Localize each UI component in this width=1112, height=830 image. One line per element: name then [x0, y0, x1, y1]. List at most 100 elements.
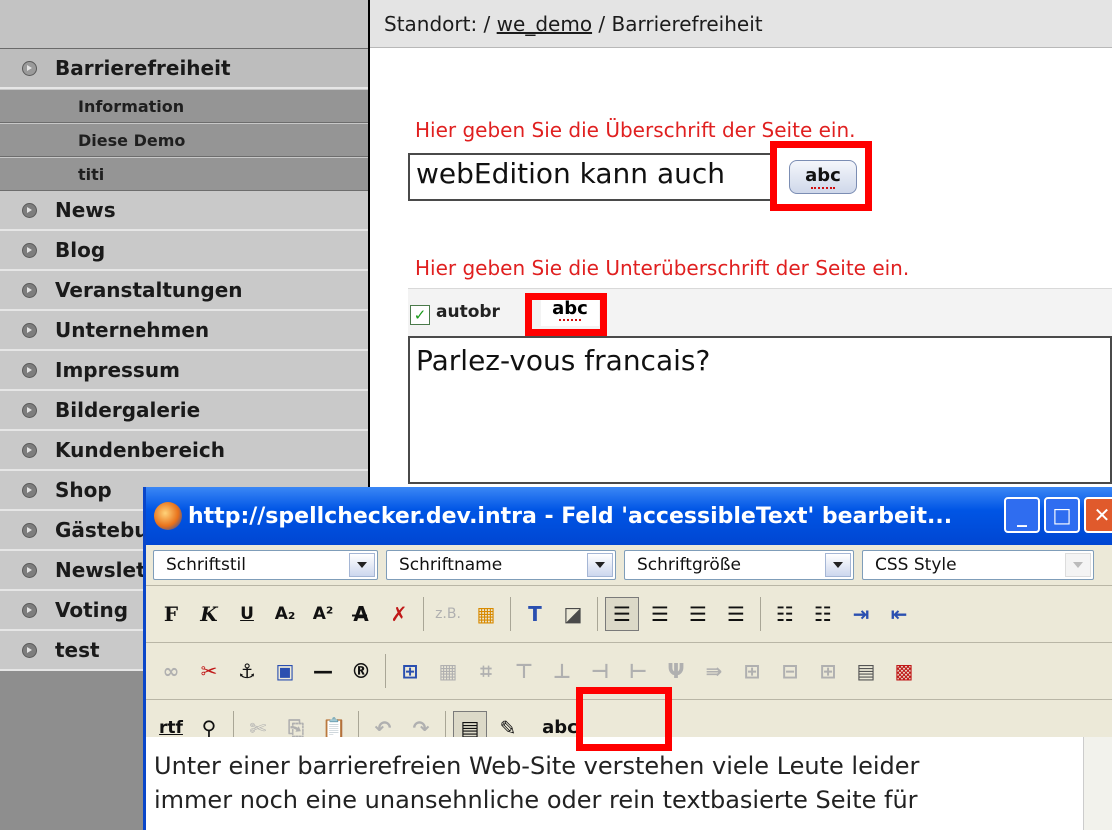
sidebar-item-label: Kundenbereich — [55, 438, 225, 462]
insert-row-above-icon[interactable]: ⊤ — [507, 654, 541, 688]
insert-col-right-icon[interactable]: ⊢ — [621, 654, 655, 688]
font-size-select[interactable]: Schriftgröße — [624, 550, 854, 580]
sidebar-item-kundenbereich[interactable]: Kundenbereich — [0, 431, 368, 471]
font-style-select-value: Schriftstil — [166, 555, 246, 575]
spellcheck-label: abc — [542, 716, 578, 738]
text-color-icon[interactable]: T — [518, 597, 552, 631]
insert-cell-icon[interactable]: ⊞ — [811, 654, 845, 688]
bullet-icon — [22, 60, 37, 76]
sidebar-item-label: News — [55, 198, 116, 222]
sidebar-item-impressum[interactable]: Impressum — [0, 351, 368, 391]
bullet-icon — [22, 522, 37, 538]
align-left-icon[interactable]: ☰ — [605, 597, 639, 631]
align-right-icon[interactable]: ☰ — [681, 597, 715, 631]
insert-table-icon[interactable]: ⊞ — [393, 654, 427, 688]
indent-icon[interactable]: ⇥ — [844, 597, 878, 631]
font-style-select[interactable]: Schriftstil — [153, 550, 378, 580]
autobr-checkbox[interactable]: ✓ — [410, 305, 430, 325]
editor-content-line: immer noch eine unansehnliche oder rein … — [154, 786, 918, 814]
superscript-icon[interactable]: A² — [306, 597, 340, 631]
color-table-icon[interactable]: ▦ — [469, 597, 503, 631]
table-properties-icon[interactable]: ▦ — [431, 654, 465, 688]
special-char-icon[interactable]: ® — [344, 654, 378, 688]
strikethrough-icon[interactable]: A̶ — [344, 597, 378, 631]
delete-row-icon[interactable]: Ψ — [659, 654, 693, 688]
title-input-value: webEdition kann auch — [416, 157, 725, 190]
background-color-icon[interactable]: ◪ — [556, 597, 590, 631]
anchor-icon[interactable]: ⚓ — [230, 654, 264, 688]
align-justify-icon[interactable]: ☰ — [719, 597, 753, 631]
css-style-select[interactable]: CSS Style — [862, 550, 1094, 580]
chevron-down-icon — [825, 553, 851, 577]
delete-col-icon[interactable]: ⇛ — [697, 654, 731, 688]
ordered-list-icon[interactable]: ☷ — [806, 597, 840, 631]
sidebar-item-unternehmen[interactable]: Unternehmen — [0, 311, 368, 351]
sidebar-item-blog[interactable]: Blog — [0, 231, 368, 271]
sidebar-item-label: Blog — [55, 238, 106, 262]
window-buttons: _ □ ✕ — [1004, 497, 1112, 533]
chevron-down-icon — [349, 553, 375, 577]
chevron-down-icon — [587, 553, 613, 577]
subscript-icon[interactable]: A₂ — [268, 597, 302, 631]
sidebar-subitem-label: Diese Demo — [78, 130, 186, 150]
font-size-select-value: Schriftgröße — [637, 555, 741, 575]
sidebar-subitem-information[interactable]: Information — [0, 89, 368, 123]
bullet-icon — [22, 562, 37, 578]
split-cell-icon[interactable]: ⊟ — [773, 654, 807, 688]
table-abc-icon[interactable]: ▤ — [849, 654, 883, 688]
sidebar-item-label: Bildergalerie — [55, 398, 201, 422]
editor-content-line: Unter einer barrierefreien Web-Site vers… — [154, 752, 920, 780]
toolbar-separator — [597, 597, 598, 631]
abbreviation-icon[interactable]: z.B. — [431, 597, 465, 631]
insert-col-left-icon[interactable]: ⊣ — [583, 654, 617, 688]
sidebar-subitem-titi[interactable]: titi — [0, 157, 368, 191]
sidebar-item-label: Voting — [55, 598, 129, 622]
horizontal-rule-icon[interactable]: — — [306, 654, 340, 688]
bullet-icon — [22, 482, 37, 498]
bullet-icon — [22, 402, 37, 418]
sidebar-item-bildergalerie[interactable]: Bildergalerie — [0, 391, 368, 431]
remove-format-icon[interactable]: ✗ — [382, 597, 416, 631]
sidebar-item-barrierefreiheit[interactable]: Barrierefreiheit — [0, 49, 368, 89]
sidebar-item-veranstaltungen[interactable]: Veranstaltungen — [0, 271, 368, 311]
outdent-icon[interactable]: ⇤ — [882, 597, 916, 631]
editor-scrollbar[interactable] — [1083, 737, 1112, 830]
insert-row-below-icon[interactable]: ⊥ — [545, 654, 579, 688]
toolbar-separator — [510, 597, 511, 631]
css-style-select-value: CSS Style — [875, 555, 957, 575]
minimize-icon[interactable]: _ — [1004, 497, 1040, 533]
chevron-down-icon — [1065, 553, 1091, 577]
sidebar-item-label: Veranstaltungen — [55, 278, 243, 302]
italic-icon[interactable]: K — [192, 597, 226, 631]
breadcrumb-link-we-demo[interactable]: we_demo — [497, 12, 592, 36]
delete-table-icon[interactable]: ▩ — [887, 654, 921, 688]
sidebar-item-news[interactable]: News — [0, 191, 368, 231]
unordered-list-icon[interactable]: ☷ — [768, 597, 802, 631]
bullet-icon — [22, 242, 37, 258]
toolbar-separator — [385, 654, 386, 688]
font-name-select[interactable]: Schriftname — [386, 550, 616, 580]
image-icon[interactable]: ▣ — [268, 654, 302, 688]
cell-properties-icon[interactable]: ⌗ — [469, 654, 503, 688]
subtitle-hint: Hier geben Sie die Unterüberschrift der … — [415, 256, 910, 280]
subtitle-textarea[interactable]: Parlez-vous francais? — [408, 336, 1112, 484]
bullet-icon — [22, 322, 37, 338]
popup-editor-window: http://spellchecker.dev.intra - Feld 'ac… — [143, 487, 1112, 830]
align-center-icon[interactable]: ☰ — [643, 597, 677, 631]
popup-titlebar[interactable]: http://spellchecker.dev.intra - Feld 'ac… — [146, 487, 1112, 545]
title-hint: Hier geben Sie die Überschrift der Seite… — [415, 118, 856, 142]
bold-icon[interactable]: F — [154, 597, 188, 631]
bullet-icon — [22, 442, 37, 458]
sidebar-subitem-diese-demo[interactable]: Diese Demo — [0, 123, 368, 157]
sidebar-item-label: test — [55, 638, 100, 662]
toolbar-separator — [760, 597, 761, 631]
close-icon[interactable]: ✕ — [1084, 497, 1112, 533]
unlink-icon[interactable]: ✂ — [192, 654, 226, 688]
link-icon[interactable]: ∞ — [154, 654, 188, 688]
bullet-icon — [22, 202, 37, 218]
title-input[interactable]: webEdition kann auch — [408, 153, 774, 201]
subtitle-toolbar: ✓ autobr abc — [408, 288, 1112, 337]
underline-icon[interactable]: U — [230, 597, 264, 631]
maximize-icon[interactable]: □ — [1044, 497, 1080, 533]
merge-cells-icon[interactable]: ⊞ — [735, 654, 769, 688]
